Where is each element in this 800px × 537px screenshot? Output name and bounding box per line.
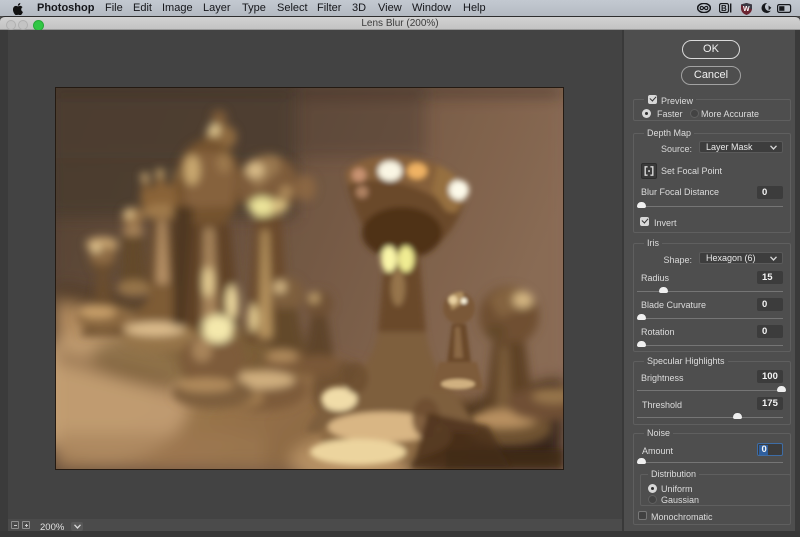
svg-text:W: W <box>743 6 750 13</box>
svg-text:B: B <box>721 4 727 13</box>
